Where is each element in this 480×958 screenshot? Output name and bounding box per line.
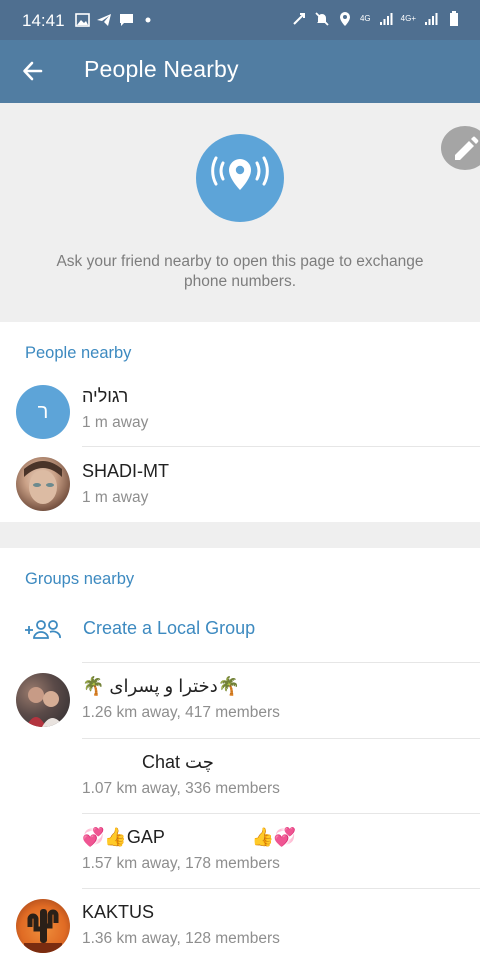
location-status-icon (337, 11, 353, 27)
message-icon (118, 12, 134, 28)
list-item-group[interactable]: 💞👍GAP 👍💞 1.57 km away, 178 members (0, 822, 480, 892)
list-item-group[interactable]: KAKTUS 1.36 km away, 128 members (0, 897, 480, 958)
person-name: SHADI-MT (82, 461, 169, 481)
network-type-a: 4G (359, 14, 371, 23)
group-info: 1.26 km away, 417 members (82, 704, 280, 721)
group-name: 💞👍GAP 👍💞 (82, 827, 297, 847)
gallery-icon (74, 12, 90, 28)
group-info: 1.36 km away, 128 members (82, 930, 280, 947)
status-time: 14:41 (22, 11, 65, 30)
signal-icon (378, 11, 394, 27)
pencil-icon (455, 136, 479, 160)
hero-section: Ask your friend nearby to open this page… (0, 103, 480, 322)
group-name: KAKTUS (82, 902, 155, 922)
avatar (16, 673, 70, 727)
page-title: People Nearby (84, 56, 239, 82)
avatar: ר (16, 385, 70, 439)
status-left-icons (74, 12, 156, 28)
nfc-icon (291, 11, 307, 27)
avatar (16, 899, 70, 953)
group-info: 1.07 km away, 336 members (82, 780, 280, 797)
list-item-group[interactable]: Chat چت 1.07 km away, 336 members (0, 747, 480, 817)
list-item-group[interactable]: 🌴دخترا و پسرای 🌴 1.26 km away, 417 membe… (0, 671, 480, 741)
telegram-icon (96, 12, 112, 28)
create-local-group-button[interactable]: Create a Local Group (0, 618, 480, 648)
groups-nearby-section: Groups nearby Create a Local Group 🌴دختر… (0, 548, 480, 958)
person-distance: 1 m away (82, 489, 149, 506)
app-bar: People Nearby (0, 40, 480, 103)
divider (82, 446, 480, 447)
divider (82, 738, 480, 739)
create-local-group-label: Create a Local Group (83, 618, 256, 638)
avatar-initial: ר (37, 400, 49, 423)
hero-hint-text: Ask your friend nearby to open this page… (56, 253, 424, 290)
group-name: Chat چت (142, 752, 214, 772)
list-item-person[interactable]: ר רגוליה 1 m away (0, 380, 480, 448)
battery-icon (446, 11, 462, 27)
add-group-icon (24, 618, 62, 647)
status-bar: 14:41 4G 4G+ (0, 0, 480, 40)
back-arrow-icon[interactable] (20, 58, 46, 84)
group-name: 🌴دخترا و پسرای 🌴 (82, 676, 241, 696)
edit-fab-button[interactable] (441, 126, 480, 170)
section-gap (0, 522, 480, 548)
people-nearby-section: People nearby ר רגוליה 1 m away SHADI-MT… (0, 322, 480, 522)
avatar (16, 457, 70, 511)
mute-icon (314, 11, 330, 27)
people-nearby-title: People nearby (25, 344, 132, 362)
dot-icon (140, 12, 156, 28)
person-distance: 1 m away (82, 414, 149, 431)
group-info: 1.57 km away, 178 members (82, 855, 280, 872)
status-right-icons: 4G 4G+ (291, 11, 462, 27)
network-type-b: 4G+ (400, 14, 416, 23)
divider (82, 888, 480, 889)
signal-icon-2 (423, 11, 439, 27)
groups-nearby-title: Groups nearby (25, 570, 135, 588)
person-name: רגוליה (82, 386, 129, 406)
divider (82, 813, 480, 814)
list-item-person[interactable]: SHADI-MT 1 m away (0, 455, 480, 523)
divider (82, 662, 480, 663)
location-broadcast-icon (196, 134, 284, 222)
